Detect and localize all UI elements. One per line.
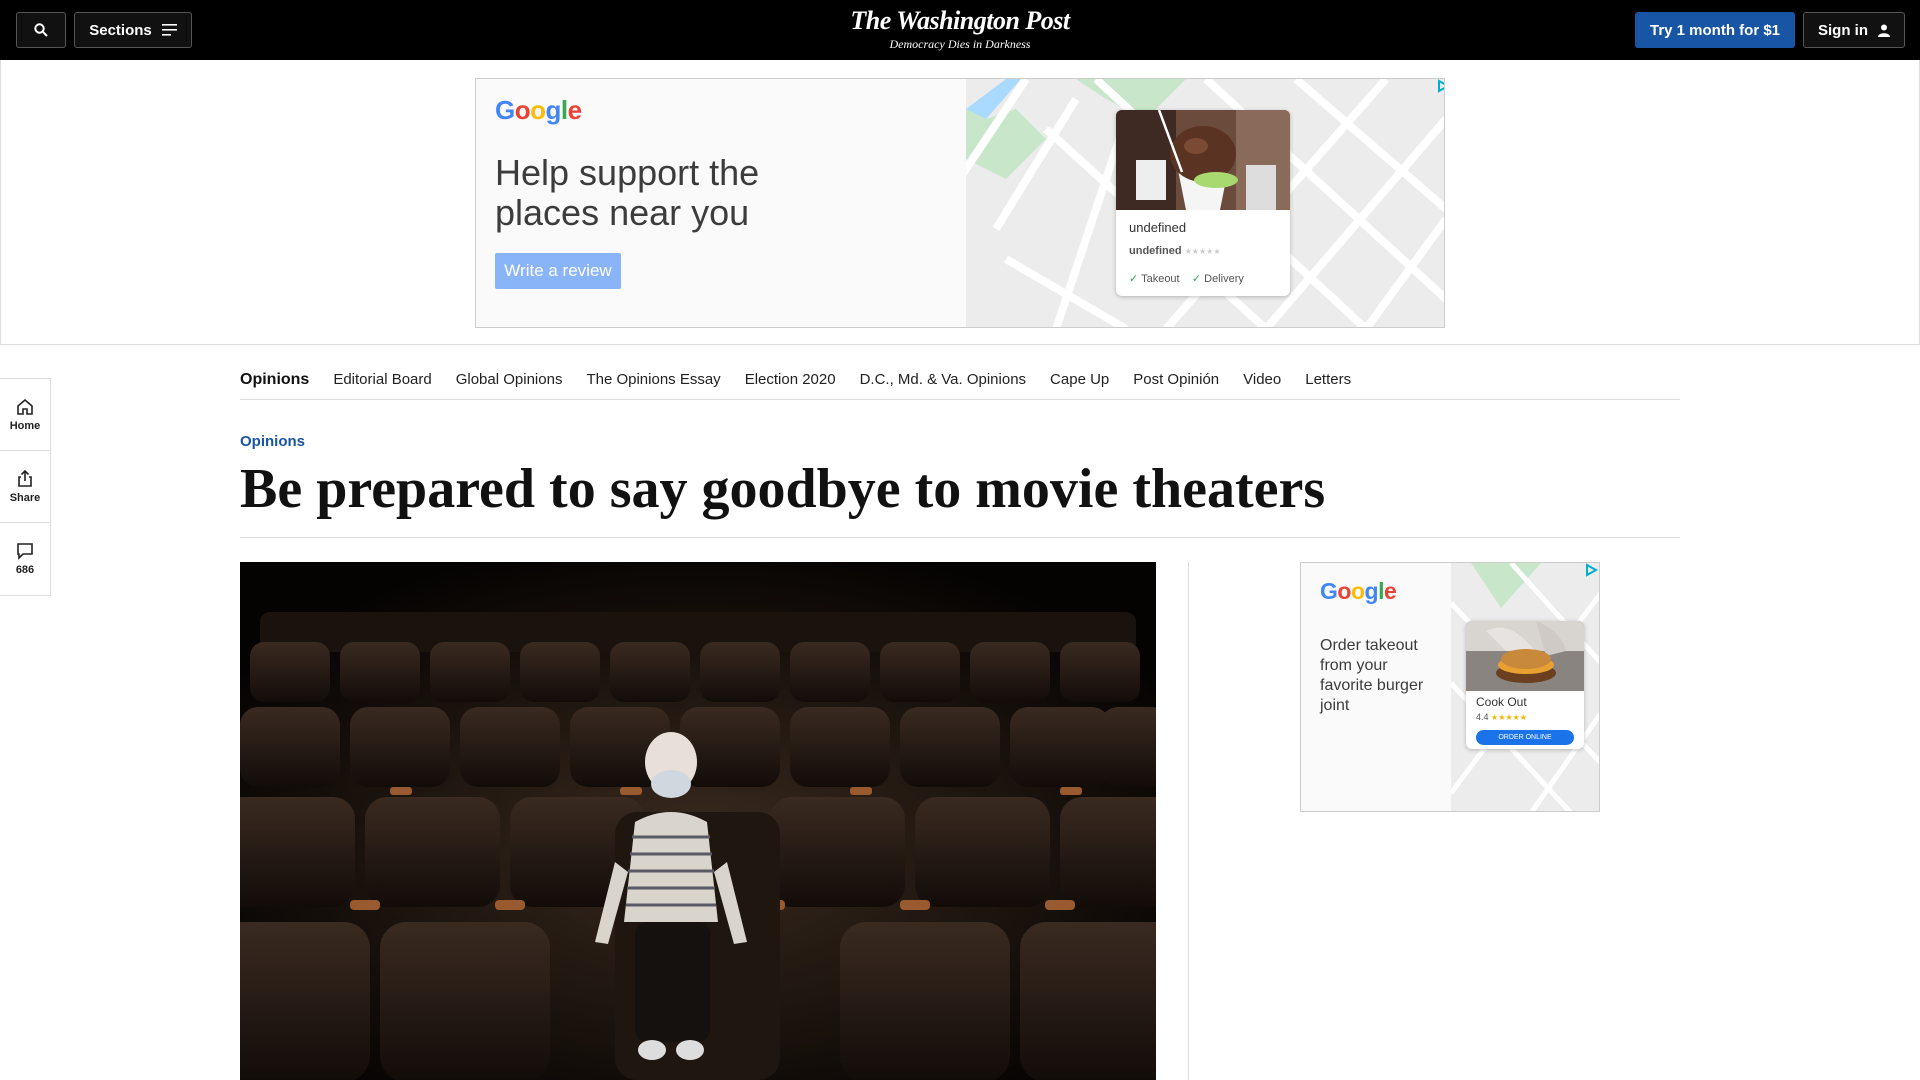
home-icon xyxy=(17,398,33,415)
home-button[interactable]: Home xyxy=(0,379,50,451)
burger-photo xyxy=(1466,621,1584,691)
nav-cape-up[interactable]: Cape Up xyxy=(1050,371,1109,388)
home-label: Home xyxy=(9,419,41,432)
write-review-button[interactable]: Write a review xyxy=(495,253,621,289)
nav-election-2020[interactable]: Election 2020 xyxy=(745,371,836,388)
delivery-option: Delivery xyxy=(1204,273,1244,285)
menu-icon xyxy=(161,24,177,36)
masthead[interactable]: The Washington Post Democracy Dies in Da… xyxy=(760,6,1160,51)
search-icon xyxy=(34,23,48,37)
article-headline: Be prepared to say goodbye to movie thea… xyxy=(240,456,1680,538)
top-ad-headline: Help support the places near you xyxy=(495,152,760,233)
sign-in-label: Sign in xyxy=(1818,21,1868,39)
check-icon: ✓ xyxy=(1129,273,1139,285)
place-card-stars: ★★★★★ xyxy=(1491,713,1527,722)
google-logo: Google xyxy=(1320,578,1397,604)
article-kicker[interactable]: Opinions xyxy=(240,433,305,450)
check-icon: ✓ xyxy=(1191,273,1202,285)
sections-button[interactable]: Sections xyxy=(74,12,192,48)
comment-icon xyxy=(17,543,33,560)
comment-count: 686 xyxy=(15,564,35,576)
adchoices-icon[interactable] xyxy=(1436,79,1445,93)
nav-letters[interactable]: Letters xyxy=(1305,371,1351,388)
hero-image[interactable] xyxy=(240,562,1156,1080)
ice-cream-photo xyxy=(1116,110,1290,210)
top-bar: Sections The Washington Post Democracy D… xyxy=(0,0,1920,60)
masthead-logo: The Washington Post xyxy=(850,6,1070,35)
place-card-title: Cook Out xyxy=(1476,695,1527,709)
nav-opinions[interactable]: Opinions xyxy=(240,371,309,389)
top-ad-place-card[interactable]: undefined undefined ★★★★★ ✓ Takeout ✓ De… xyxy=(1116,110,1290,296)
masthead-tagline: Democracy Dies in Darkness xyxy=(889,37,1031,51)
share-icon xyxy=(18,469,32,487)
sections-label: Sections xyxy=(89,21,152,39)
comments-button[interactable]: 686 xyxy=(0,523,50,595)
order-online-button[interactable]: ORDER ONLINE xyxy=(1476,730,1574,745)
side-ad-place-card[interactable]: Cook Out 4.4 ★★★★★ ORDER ONLINE xyxy=(1466,621,1584,749)
subscribe-label: Try 1 month for $1 xyxy=(1649,21,1781,39)
google-logo: Google xyxy=(495,95,582,125)
place-card-rating-text: 4.4 xyxy=(1476,712,1489,722)
nav-editorial-board[interactable]: Editorial Board xyxy=(333,371,431,388)
place-card-rating: 4.4 ★★★★★ xyxy=(1476,712,1527,722)
place-card-options: ✓ Takeout ✓ Delivery xyxy=(1129,272,1244,285)
nav-global-opinions[interactable]: Global Opinions xyxy=(456,371,563,388)
nav-post-opinion[interactable]: Post Opinión xyxy=(1133,371,1219,388)
subscribe-button[interactable]: Try 1 month for $1 xyxy=(1635,12,1795,48)
place-card-title: undefined xyxy=(1129,220,1187,235)
column-divider xyxy=(1188,562,1189,1080)
nav-dc-md-va-opinions[interactable]: D.C., Md. & Va. Opinions xyxy=(860,371,1026,388)
sign-in-button[interactable]: Sign in xyxy=(1803,12,1905,48)
search-button[interactable] xyxy=(16,12,66,48)
place-card-rating-text: undefined xyxy=(1129,245,1182,257)
share-label: Share xyxy=(9,491,41,504)
takeout-option: Takeout xyxy=(1141,273,1180,285)
top-ad[interactable]: Google Help support the places near you … xyxy=(475,78,1445,328)
place-card-rating: undefined ★★★★★ xyxy=(1129,245,1220,257)
side-ad[interactable]: Google Order takeout from your favorite … xyxy=(1300,562,1600,812)
movie-theater-photo xyxy=(240,562,1156,1080)
place-card-stars: ★★★★★ xyxy=(1184,247,1221,256)
adchoices-icon[interactable] xyxy=(1584,563,1598,577)
side-ad-text: Order takeout from your favorite burger … xyxy=(1320,637,1424,714)
left-rail: Home Share 686 xyxy=(0,378,51,596)
opinions-nav: Opinions Editorial Board Global Opinions… xyxy=(240,360,1680,400)
nav-opinions-essay[interactable]: The Opinions Essay xyxy=(586,371,720,388)
top-ad-text-panel: Google Help support the places near you … xyxy=(476,79,966,327)
share-button[interactable]: Share xyxy=(0,451,50,523)
nav-video[interactable]: Video xyxy=(1243,371,1281,388)
user-icon xyxy=(1878,24,1890,37)
